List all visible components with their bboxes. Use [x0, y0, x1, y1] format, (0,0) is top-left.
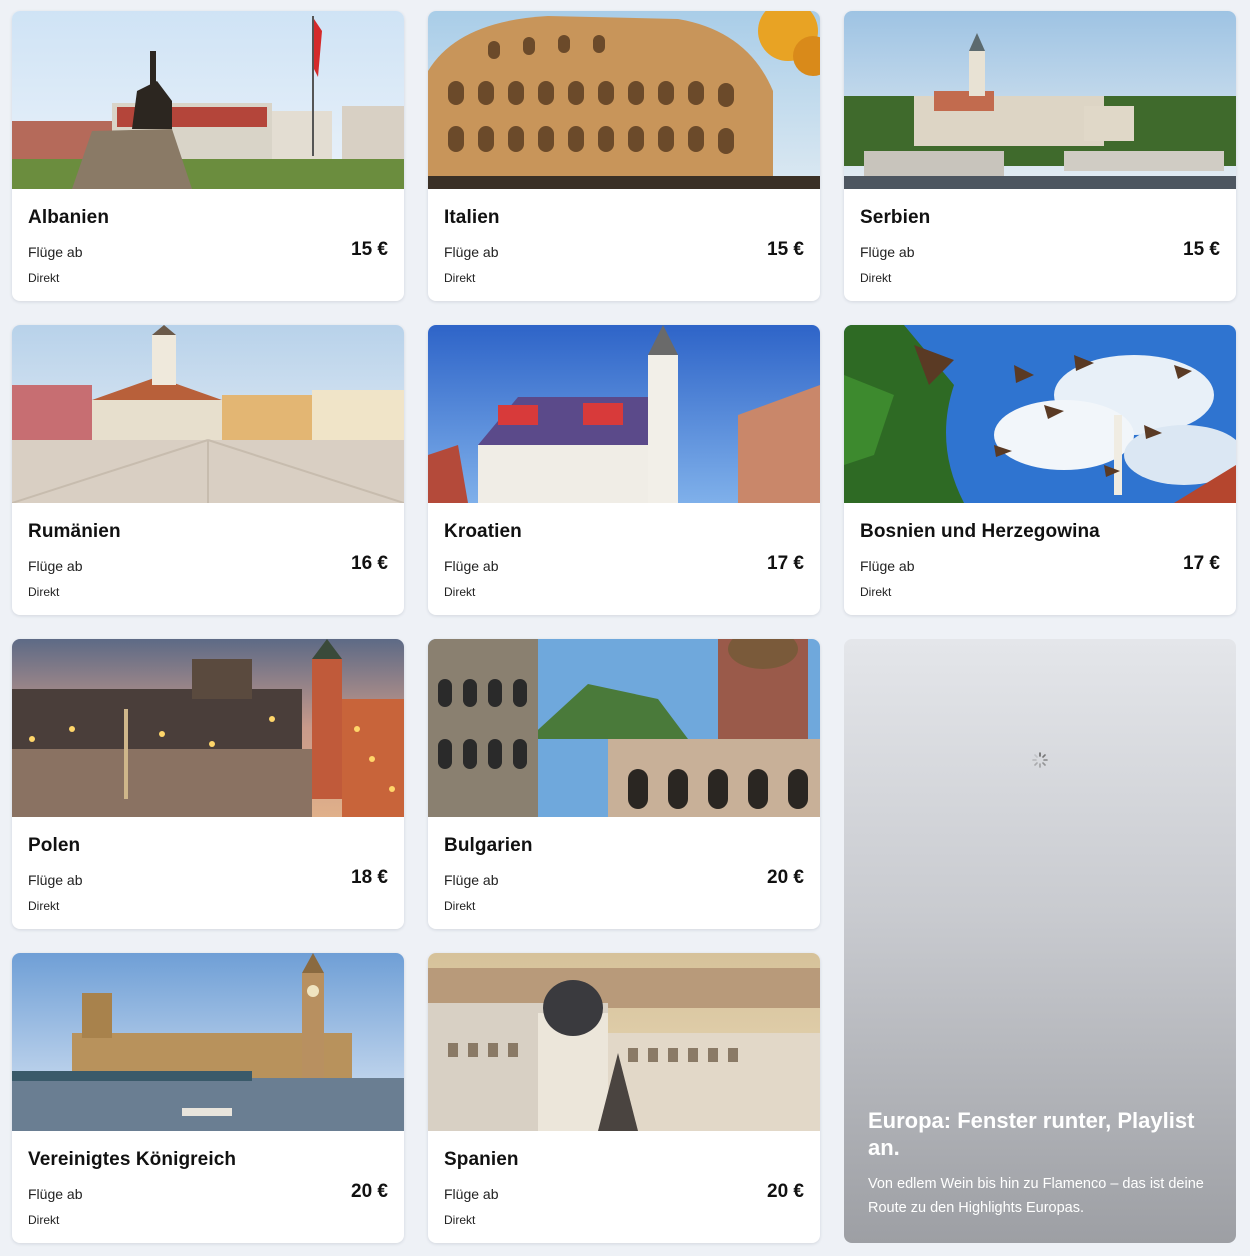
flights-from-label: Flüge ab [28, 244, 83, 260]
destination-price: 20 € [767, 867, 804, 888]
promo-card-europa[interactable]: Europa: Fenster runter, Playlist an. Von… [844, 639, 1236, 1243]
destination-card-bosnien-und-herzegowina[interactable]: Bosnien und Herzegowina Flüge ab 17 € Di… [844, 325, 1236, 615]
flights-from-label: Flüge ab [28, 872, 83, 888]
destination-name: Italien [444, 207, 500, 228]
destination-price: 17 € [767, 553, 804, 574]
flight-type-label: Direkt [444, 271, 476, 285]
destination-name: Rumänien [28, 521, 121, 542]
destination-price: 16 € [351, 553, 388, 574]
destination-price: 18 € [351, 867, 388, 888]
flight-type-label: Direkt [28, 899, 60, 913]
destination-image-vereinigtes-koenigreich [12, 953, 404, 1131]
destination-image-kroatien [428, 325, 820, 503]
destination-card-vereinigtes-koenigreich[interactable]: Vereinigtes Königreich Flüge ab 20 € Dir… [12, 953, 404, 1243]
flights-from-label: Flüge ab [444, 244, 499, 260]
destination-card-albanien[interactable]: Albanien Flüge ab 15 € Direkt [12, 11, 404, 301]
flight-type-label: Direkt [860, 585, 892, 599]
destination-price: 20 € [351, 1181, 388, 1202]
destination-card-spanien[interactable]: Spanien Flüge ab 20 € Direkt [428, 953, 820, 1243]
promo-title: Europa: Fenster runter, Playlist an. [868, 1108, 1195, 1160]
destination-card-polen[interactable]: Polen Flüge ab 18 € Direkt [12, 639, 404, 929]
loading-spinner-icon [1032, 752, 1048, 768]
flights-from-label: Flüge ab [860, 244, 915, 260]
destination-image-rumaenien [12, 325, 404, 503]
destination-card-bulgarien[interactable]: Bulgarien Flüge ab 20 € Direkt [428, 639, 820, 929]
destination-image-spanien [428, 953, 820, 1131]
destination-price: 15 € [1183, 239, 1220, 260]
destination-image-serbien [844, 11, 1236, 189]
destination-price: 20 € [767, 1181, 804, 1202]
flight-type-label: Direkt [444, 899, 476, 913]
destination-name: Bulgarien [444, 835, 533, 856]
flight-type-label: Direkt [860, 271, 892, 285]
destination-name: Bosnien und Herzegowina [860, 521, 1100, 542]
destination-price: 15 € [351, 239, 388, 260]
destination-card-serbien[interactable]: Serbien Flüge ab 15 € Direkt [844, 11, 1236, 301]
destination-price: 15 € [767, 239, 804, 260]
flights-from-label: Flüge ab [28, 1186, 83, 1202]
flight-type-label: Direkt [444, 585, 476, 599]
destination-name: Kroatien [444, 521, 522, 542]
flights-from-label: Flüge ab [28, 558, 83, 574]
destination-name: Spanien [444, 1149, 519, 1170]
destination-price: 17 € [1183, 553, 1220, 574]
flights-from-label: Flüge ab [444, 872, 499, 888]
destination-card-italien[interactable]: Italien Flüge ab 15 € Direkt [428, 11, 820, 301]
destination-image-bulgarien [428, 639, 820, 817]
destination-card-kroatien[interactable]: Kroatien Flüge ab 17 € Direkt [428, 325, 820, 615]
destination-card-rumaenien[interactable]: Rumänien Flüge ab 16 € Direkt [12, 325, 404, 615]
destination-image-italien [428, 11, 820, 189]
destination-name: Serbien [860, 207, 931, 228]
destination-grid: Albanien Flüge ab 15 € Direkt Italien Fl… [0, 0, 1250, 1256]
destination-image-albanien [12, 11, 404, 189]
flights-from-label: Flüge ab [860, 558, 915, 574]
promo-text: Von edlem Wein bis hin zu Flamenco – das… [868, 1176, 1204, 1216]
destination-image-bosnien [844, 325, 1236, 503]
destination-image-polen [12, 639, 404, 817]
flight-type-label: Direkt [444, 1213, 476, 1227]
flight-type-label: Direkt [28, 585, 60, 599]
flight-type-label: Direkt [28, 1213, 60, 1227]
flights-from-label: Flüge ab [444, 558, 499, 574]
flight-type-label: Direkt [28, 271, 60, 285]
destination-name: Vereinigtes Königreich [28, 1149, 237, 1170]
flights-from-label: Flüge ab [444, 1186, 499, 1202]
destination-name: Albanien [28, 207, 110, 228]
destination-name: Polen [28, 835, 81, 856]
